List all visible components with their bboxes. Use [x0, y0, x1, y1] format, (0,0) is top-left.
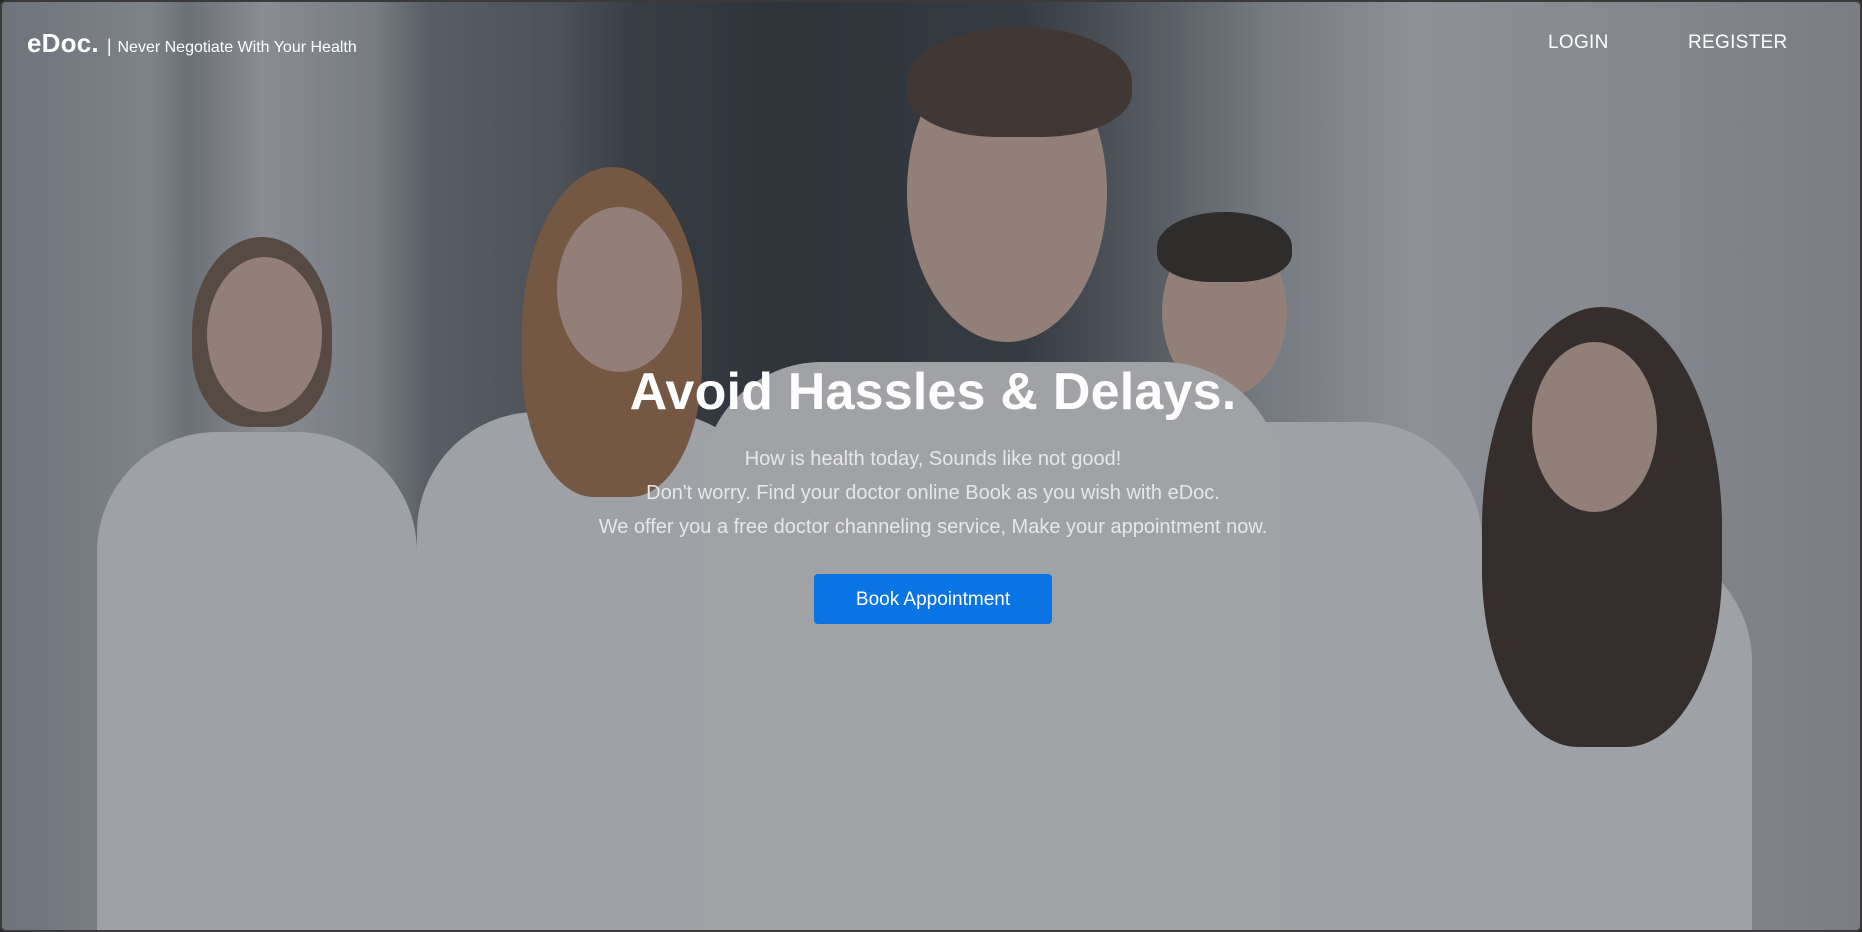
login-link[interactable]: LOGIN [1548, 32, 1609, 54]
brand: eDoc. | Never Negotiate With Your Health [27, 28, 357, 59]
hero-content: Avoid Hassles & Delays. How is health to… [2, 362, 1860, 624]
brand-logo-text[interactable]: eDoc. [27, 28, 99, 59]
register-link[interactable]: REGISTER [1688, 32, 1788, 54]
top-navbar: eDoc. | Never Negotiate With Your Health… [2, 2, 1860, 92]
brand-tagline: Never Negotiate With Your Health [117, 39, 357, 56]
hero-subtitle-line: How is health today, Sounds like not goo… [744, 448, 1122, 470]
book-appointment-button[interactable]: Book Appointment [814, 574, 1052, 624]
hero-subtitle-line: Don't worry. Find your doctor online Boo… [646, 482, 1220, 504]
app-window: eDoc. | Never Negotiate With Your Health… [0, 0, 1862, 932]
hero-title: Avoid Hassles & Delays. [629, 363, 1237, 421]
hero-subtitle: How is health today, Sounds like not goo… [2, 442, 1860, 544]
brand-separator: | [106, 36, 112, 56]
hero-subtitle-line: We offer you a free doctor channeling se… [598, 516, 1268, 538]
